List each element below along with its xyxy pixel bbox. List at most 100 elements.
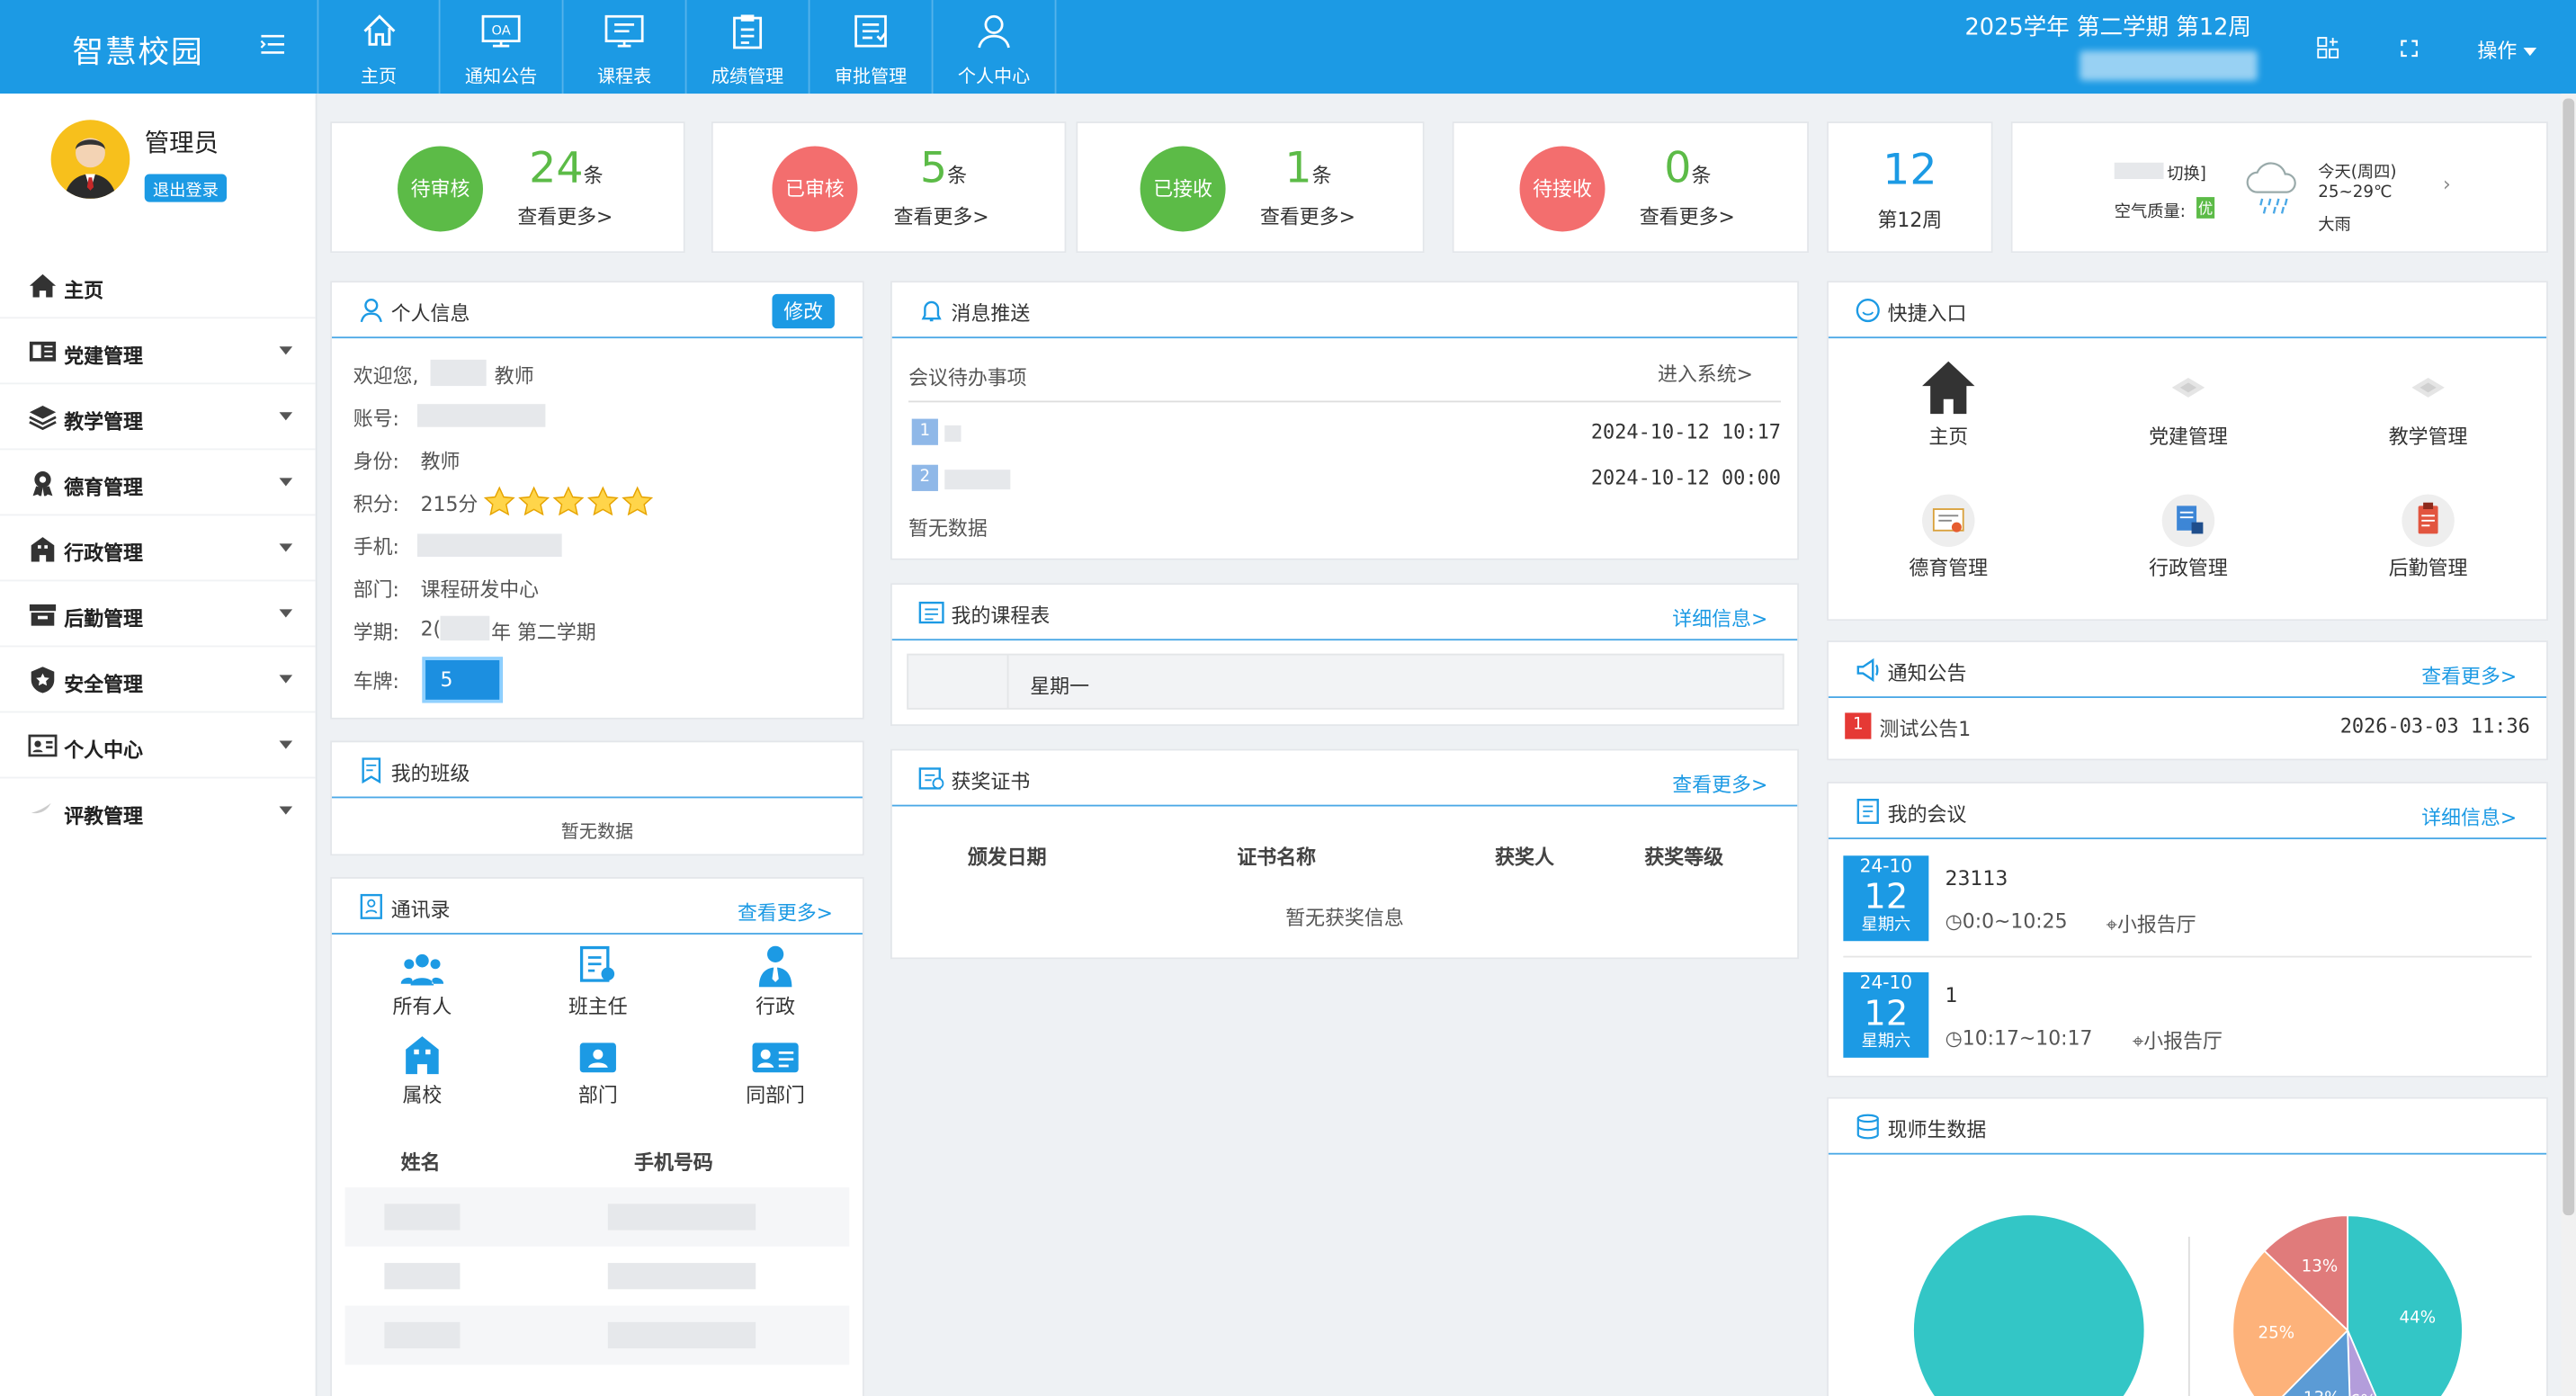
- nav-notice[interactable]: OA 通知公告: [441, 0, 564, 94]
- operation-menu[interactable]: 操作: [2477, 36, 2536, 64]
- address-book-icon: [360, 893, 382, 919]
- sidebar-item-label: 安全管理: [64, 673, 143, 697]
- meeting-date-badge: 24-10 12 星期六: [1843, 855, 1929, 942]
- sidebar-item-evaluation[interactable]: 评教管理: [0, 778, 316, 844]
- dept-label: 部门:: [353, 577, 399, 602]
- box-icon: [29, 604, 57, 626]
- quick-moral[interactable]: 德育管理: [1858, 493, 2039, 582]
- weather-switch[interactable]: 切换]: [2167, 159, 2206, 183]
- stat-pending[interactable]: 待审核 24条 查看更多>: [330, 121, 685, 254]
- pie-chart-total: 100%: [1913, 1215, 2144, 1396]
- stat-more-link[interactable]: 查看更多>: [894, 202, 989, 230]
- message-row[interactable]: 2 2024-10-12 00:00: [908, 463, 1781, 499]
- home-icon: [362, 14, 395, 46]
- stat-received[interactable]: 已接收 1条 查看更多>: [1076, 121, 1425, 254]
- menu-toggle-icon[interactable]: [260, 33, 286, 57]
- nav-grades[interactable]: 成绩管理: [686, 0, 810, 94]
- sidebar-item-personal[interactable]: 个人中心: [0, 712, 316, 779]
- chevron-down-icon: [279, 412, 293, 421]
- chevron-down-icon: [279, 609, 293, 618]
- more-link[interactable]: 查看更多>: [1672, 770, 1767, 798]
- edit-button[interactable]: 修改: [772, 293, 835, 329]
- more-link[interactable]: 详细信息>: [1672, 604, 1767, 632]
- quick-admin[interactable]: 行政管理: [2097, 493, 2278, 582]
- contact-label: 同部门: [746, 1084, 805, 1107]
- contact-all[interactable]: 所有人: [332, 951, 513, 1020]
- message-row[interactable]: 1 2024-10-12 10:17: [908, 417, 1781, 453]
- sidebar-item-logistics[interactable]: 后勤管理: [0, 581, 316, 648]
- contact-admin[interactable]: 行政: [685, 944, 866, 1020]
- meeting-row[interactable]: 24-10 12 星期六 1 ◷10:17~10:17 ⌖小报告厅: [1843, 971, 2531, 1071]
- quick-logistics[interactable]: 后勤管理: [2338, 493, 2518, 582]
- stat-unit: 条: [1691, 164, 1712, 188]
- sidebar-item-party[interactable]: 党建管理: [0, 318, 316, 385]
- sidebar-item-safety[interactable]: 安全管理: [0, 647, 316, 713]
- message-time: 2024-10-12 10:17: [1590, 420, 1781, 443]
- weather-today: 今天(周四): [2318, 164, 2397, 183]
- fullscreen-icon[interactable]: [2401, 40, 2419, 58]
- quick-label: 德育管理: [1909, 556, 1989, 580]
- avatar[interactable]: [50, 120, 130, 199]
- scrollbar-track[interactable]: [2561, 94, 2576, 1396]
- stat-to-receive[interactable]: 待接收 0条 查看更多>: [1452, 121, 1810, 254]
- nav-profile[interactable]: 个人中心: [933, 0, 1057, 94]
- stat-unit: 条: [1311, 164, 1332, 188]
- blurred-city: [2114, 162, 2164, 180]
- stat-more-link[interactable]: 查看更多>: [1640, 202, 1735, 230]
- meeting-title: 1: [1945, 983, 1958, 1007]
- database-icon: [1856, 1114, 1879, 1140]
- layers-icon: [29, 405, 57, 431]
- chevron-down-icon: [2523, 47, 2536, 57]
- contact-card-icon: [752, 1043, 799, 1073]
- logout-button[interactable]: 退出登录: [144, 174, 228, 202]
- chevron-right-icon[interactable]: ›: [2443, 173, 2451, 196]
- contacts-panel: 通讯录 查看更多> 所有人 班主任 行政 属校 部门 同部门 姓名 手机号码: [330, 877, 864, 1396]
- notice-row[interactable]: 1 测试公告1 2026-03-03 11:36: [1845, 711, 2530, 747]
- contact-school[interactable]: 属校: [332, 1033, 513, 1108]
- stat-more-link[interactable]: 查看更多>: [517, 202, 613, 230]
- monitor-icon: [604, 14, 644, 48]
- quick-teaching[interactable]: 教学管理: [2338, 368, 2518, 450]
- sidebar-item-teaching[interactable]: 教学管理: [0, 384, 316, 451]
- stat-reviewed[interactable]: 已审核 5条 查看更多>: [711, 121, 1067, 254]
- schedule-header-row: 星期一: [907, 653, 1784, 710]
- sidebar-item-moral[interactable]: 德育管理: [0, 450, 316, 516]
- layout-icon[interactable]: [2316, 36, 2339, 59]
- contact-dept[interactable]: 部门: [507, 1040, 688, 1109]
- plate-label: 车牌:: [353, 669, 399, 694]
- schedule-panel: 我的课程表 详细信息> 星期一: [890, 583, 1800, 727]
- home-icon: [29, 273, 57, 298]
- schedule-day: 星期一: [1030, 675, 1090, 698]
- stat-number: 5条: [920, 145, 967, 194]
- more-link[interactable]: 查看更多>: [2421, 662, 2517, 690]
- table-row[interactable]: [344, 1246, 850, 1306]
- meeting-row[interactable]: 24-10 12 星期六 23113 ◷0:0~10:25 ⌖小报告厅: [1843, 855, 2532, 958]
- stat-more-link[interactable]: 查看更多>: [1260, 202, 1355, 230]
- group-icon: [400, 953, 444, 986]
- nav-approval[interactable]: 审批管理: [809, 0, 934, 94]
- panel-header: 我的会议 详细信息>: [1828, 783, 2547, 840]
- sidebar-item-label: 教学管理: [64, 410, 143, 434]
- quick-party[interactable]: 党建管理: [2097, 368, 2278, 450]
- quick-home[interactable]: 主页: [1858, 358, 2039, 450]
- pie-slice[interactable]: [1913, 1215, 2144, 1396]
- scrollbar-thumb[interactable]: [2563, 98, 2575, 1216]
- nav-home[interactable]: 主页: [317, 0, 441, 94]
- notice-number: 1: [1845, 712, 1872, 739]
- sidebar-item-admin[interactable]: 行政管理: [0, 515, 316, 582]
- table-row[interactable]: [344, 1187, 850, 1247]
- chevron-down-icon: [279, 740, 293, 749]
- panel-title: 我的会议: [1887, 802, 1967, 827]
- table-row[interactable]: [344, 1305, 850, 1365]
- account-label: 账号:: [353, 407, 399, 431]
- more-link[interactable]: 详细信息>: [2421, 803, 2517, 831]
- contact-headteacher[interactable]: 班主任: [507, 944, 688, 1020]
- enter-system-link[interactable]: 进入系统>: [1658, 360, 1753, 388]
- contact-same-dept[interactable]: 同部门: [685, 1040, 866, 1109]
- sidebar-item-home[interactable]: 主页: [0, 253, 316, 319]
- more-link[interactable]: 查看更多>: [738, 899, 833, 926]
- app-logo[interactable]: 智慧校园: [72, 28, 203, 72]
- sidebar-item-label: 评教管理: [64, 804, 143, 828]
- nav-schedule[interactable]: 课程表: [563, 0, 687, 94]
- sidebar-item-label: 后勤管理: [64, 607, 143, 631]
